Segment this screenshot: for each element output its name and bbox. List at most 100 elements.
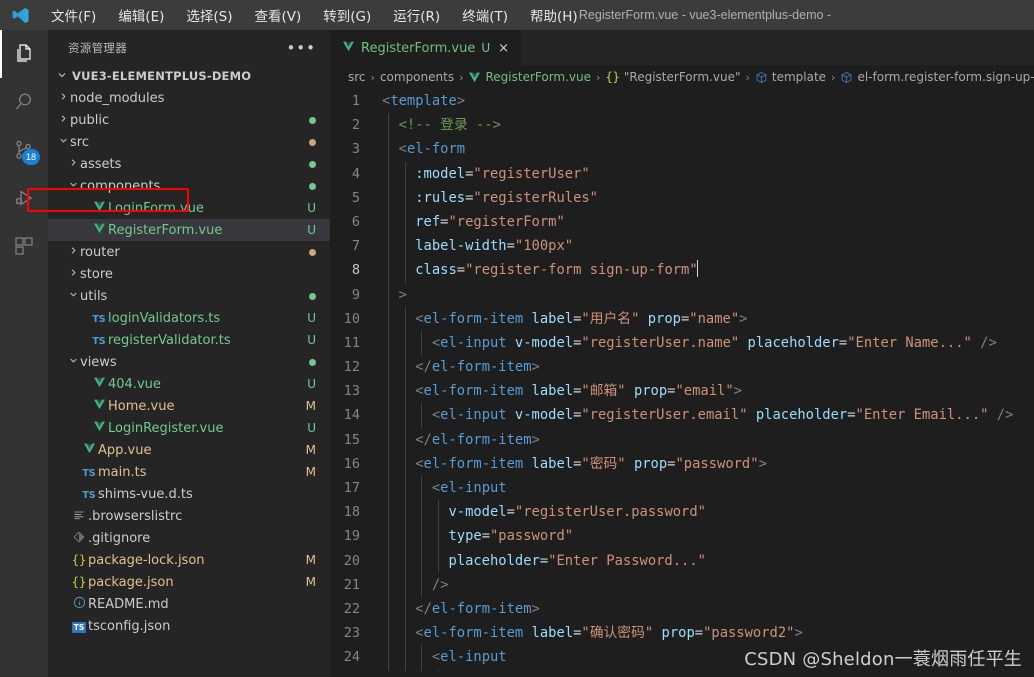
- activity-search[interactable]: [0, 78, 48, 126]
- close-icon[interactable]: ×: [496, 41, 511, 56]
- tree-file-row[interactable]: RegisterForm.vue U: [48, 219, 330, 241]
- code-line[interactable]: type="password": [382, 524, 1034, 549]
- line-number: 19: [343, 528, 360, 545]
- menu-view[interactable]: 查看(V): [244, 1, 313, 29]
- code-token: :model: [415, 165, 466, 182]
- code-line[interactable]: />: [382, 572, 1034, 597]
- menu-go[interactable]: 转到(G): [312, 1, 382, 29]
- indent-guide: [404, 548, 406, 573]
- code-line[interactable]: label-width="100px": [382, 234, 1034, 259]
- code-line[interactable]: <template>: [382, 89, 1034, 113]
- activity-explorer[interactable]: [0, 30, 48, 78]
- tab-bar-empty-space: [521, 30, 1034, 65]
- menu-run[interactable]: 运行(R): [382, 1, 451, 29]
- code-token: prop: [661, 625, 695, 642]
- menu-help[interactable]: 帮助(H): [519, 1, 589, 29]
- code-line[interactable]: <el-form-item label="用户名" prop="name">: [382, 306, 1034, 331]
- code-line[interactable]: <el-form: [382, 137, 1034, 162]
- tree-file-row[interactable]: TS registerValidator.ts U: [48, 329, 330, 351]
- file-tree[interactable]: node_modules public src assets components Log…: [48, 87, 330, 677]
- tree-file-row[interactable]: .browserslistrc: [48, 505, 330, 527]
- code-line[interactable]: ref="registerForm": [382, 209, 1034, 235]
- indent-guide: [404, 209, 406, 235]
- menu-edit[interactable]: 编辑(E): [107, 1, 175, 29]
- tree-item-label: components: [80, 178, 161, 194]
- indent-guide: [388, 330, 389, 356]
- code-line[interactable]: placeholder="Enter Password...": [382, 548, 1034, 573]
- tree-folder-row[interactable]: node_modules: [48, 87, 330, 109]
- code-line[interactable]: <el-input v-model = "registerUser.email" p…: [382, 403, 1034, 428]
- code-line[interactable]: </el-form-item>: [382, 355, 1034, 380]
- tree-item-label: RegisterForm.vue: [108, 222, 223, 238]
- search-icon: [16, 93, 31, 110]
- tree-file-row[interactable]: TS main.ts M: [48, 461, 330, 483]
- tree-folder-row[interactable]: components: [48, 175, 330, 197]
- tree-file-row[interactable]: README.md: [48, 593, 330, 615]
- code-line[interactable]: :rules="registerRules": [382, 185, 1034, 210]
- code-content[interactable]: <template> <!-- 登录 --> <el-form :model="…: [376, 89, 1034, 677]
- menu-file[interactable]: 文件(F): [40, 1, 107, 29]
- tree-file-row[interactable]: 404.vue U: [48, 373, 330, 395]
- tree-file-row[interactable]: App.vue M: [48, 439, 330, 461]
- tree-file-row[interactable]: {} package-lock.json M: [48, 549, 330, 571]
- tree-folder-row[interactable]: utils: [48, 285, 330, 307]
- tree-file-row[interactable]: LoginForm.vue U: [48, 197, 330, 219]
- tree-file-row[interactable]: .gitignore: [48, 527, 330, 549]
- breadcrumb-item[interactable]: components: [380, 70, 454, 84]
- tree-folder-row[interactable]: assets: [48, 153, 330, 175]
- tree-file-row[interactable]: TS shims-vue.d.ts: [48, 483, 330, 505]
- code-line[interactable]: </el-form-item>: [382, 596, 1034, 622]
- code-token: <: [431, 334, 441, 351]
- activity-source-control[interactable]: 18: [0, 126, 48, 174]
- tree-folder-row[interactable]: public: [48, 109, 330, 131]
- breadcrumb-item[interactable]: template: [755, 70, 826, 84]
- code-line[interactable]: <el-input v-model = "registerUser.name" pl…: [382, 330, 1034, 356]
- tree-file-row[interactable]: TS loginValidators.ts U: [48, 307, 330, 329]
- tree-folder-row[interactable]: views: [48, 351, 330, 373]
- extensions-blocks-icon: [15, 237, 33, 255]
- tab-registerform-vue[interactable]: RegisterForm.vue U ×: [330, 30, 522, 65]
- code-token: =: [539, 552, 549, 569]
- menu-terminal[interactable]: 终端(T): [451, 1, 519, 29]
- breadcrumb-item[interactable]: el-form.register-form.sign-up-f: [840, 70, 1034, 84]
- code-line[interactable]: <el-form-item label="邮箱" prop="email">: [382, 379, 1034, 404]
- tree-file-row[interactable]: LoginRegister.vue U: [48, 417, 330, 439]
- tree-file-row[interactable]: {} package.json M: [48, 571, 330, 593]
- code-line[interactable]: </el-form-item>: [382, 427, 1034, 452]
- breadcrumb-item[interactable]: {} "RegisterForm.vue": [605, 70, 740, 84]
- code-token: =: [481, 528, 490, 545]
- more-actions-icon[interactable]: •••: [286, 39, 322, 57]
- code-line[interactable]: <el-form-item label="确认密码" prop="passwor…: [382, 621, 1034, 646]
- code-line[interactable]: :model="registerUser": [382, 161, 1034, 186]
- git-status-dot: [303, 289, 316, 303]
- code-line[interactable]: <!-- 登录 -->: [382, 113, 1034, 138]
- menu-selection[interactable]: 选择(S): [175, 1, 243, 29]
- code-line[interactable]: <el-input: [382, 476, 1034, 501]
- code-line[interactable]: class="register-form sign-up-form": [382, 258, 1034, 283]
- code-token: el-form-item: [423, 625, 524, 642]
- breadcrumb-item[interactable]: RegisterForm.vue: [468, 70, 591, 84]
- code-token: </: [415, 600, 432, 617]
- breadcrumb-item[interactable]: src: [348, 70, 366, 84]
- activity-run-debug[interactable]: [0, 174, 48, 222]
- menu-bar[interactable]: 文件(F) 编辑(E) 选择(S) 查看(V) 转到(G) 运行(R) 终端(T…: [40, 1, 589, 29]
- breadcrumb[interactable]: src › components › RegisterForm.vue › {} "Regis…: [330, 65, 1034, 89]
- indent-guide: [388, 451, 389, 476]
- tree-folder-row[interactable]: store: [48, 263, 330, 285]
- activity-extensions[interactable]: [0, 222, 48, 270]
- tree-folder-row[interactable]: src: [48, 131, 330, 153]
- code-line[interactable]: <el-form-item label="密码" prop="password"…: [382, 451, 1034, 476]
- tree-folder-row[interactable]: router: [48, 241, 330, 263]
- code-line[interactable]: >: [382, 282, 1034, 307]
- line-number: 20: [343, 552, 360, 569]
- workspace-root-row[interactable]: VUE3-ELEMENTPLUS-DEMO: [48, 65, 330, 87]
- code-editor[interactable]: 1234567891011121314151617181920212223242…: [330, 89, 1034, 677]
- tree-file-row[interactable]: Home.vue M: [48, 395, 330, 417]
- tree-file-row[interactable]: TS tsconfig.json: [48, 615, 330, 637]
- code-line[interactable]: <el-input: [382, 645, 1034, 670]
- chevron-right-icon: [66, 157, 80, 171]
- code-line[interactable]: v-model="registerUser.password": [382, 500, 1034, 525]
- code-token: prop: [633, 383, 668, 400]
